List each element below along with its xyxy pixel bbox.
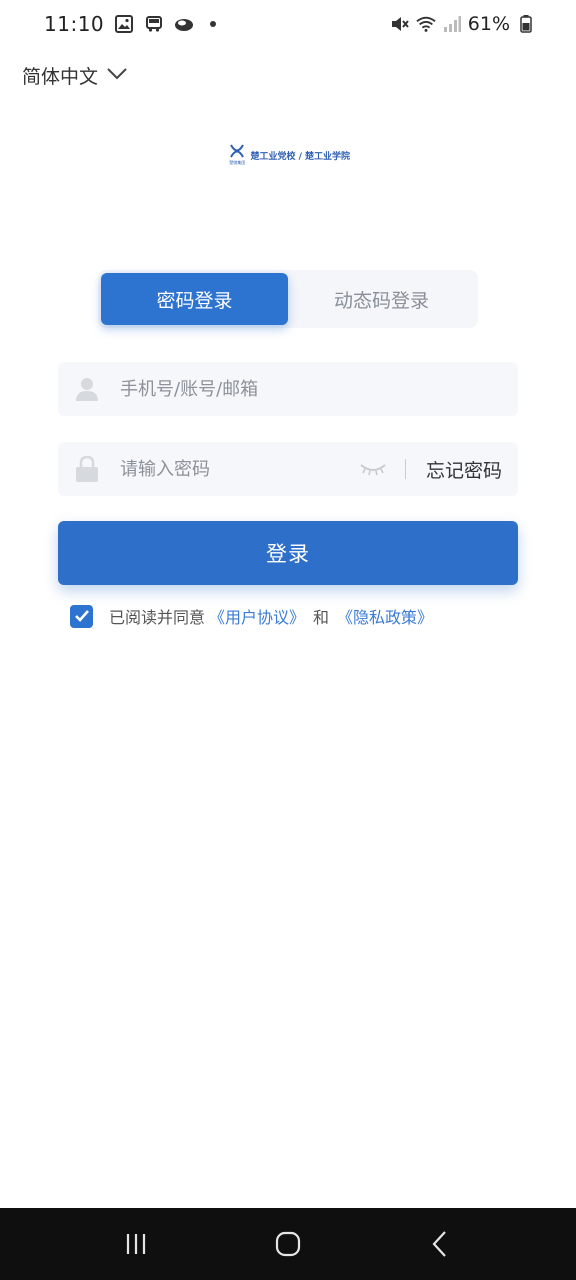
recent-apps-icon[interactable] <box>116 1224 156 1264</box>
logo-mark-icon: 楚储集团 <box>228 142 246 168</box>
status-left: 11:10 <box>44 12 217 36</box>
battery-percent: 61% <box>467 13 510 35</box>
tab-dynamic-code-login[interactable]: 动态码登录 <box>288 273 475 325</box>
app-logo: 楚储集团 楚工业党校 / 楚工业学院 <box>228 140 350 170</box>
user-icon <box>76 376 98 402</box>
wifi-icon <box>416 14 436 34</box>
logo-text: 楚工业党校 / 楚工业学院 <box>250 151 350 162</box>
password-input[interactable] <box>120 458 359 480</box>
tab-password-login[interactable]: 密码登录 <box>101 273 288 325</box>
login-button[interactable]: 登录 <box>58 521 518 585</box>
language-label: 简体中文 <box>22 65 99 88</box>
signal-icon <box>442 14 462 34</box>
eye-closed-icon[interactable] <box>359 459 387 479</box>
language-selector[interactable]: 简体中文 <box>22 60 128 90</box>
account-input[interactable] <box>120 378 502 400</box>
agreement-and: 和 <box>313 608 330 627</box>
login-screen: 11:10 61% 简体中文 楚储集团 楚工业党校 / 楚工业学院 密码登录 动… <box>0 0 576 1280</box>
agreement-checkbox[interactable] <box>70 604 93 628</box>
mute-icon <box>390 14 410 34</box>
notification-dot-icon <box>210 21 217 27</box>
image-icon <box>114 14 134 34</box>
system-nav-bar <box>0 1208 576 1280</box>
account-field <box>58 362 518 416</box>
cloud-icon <box>174 14 194 34</box>
bus-icon <box>144 14 164 34</box>
battery-icon <box>516 14 536 34</box>
lock-icon <box>76 456 98 482</box>
forgot-password-link[interactable]: 忘记密码 <box>426 456 502 483</box>
status-right: 61% <box>390 13 536 35</box>
privacy-policy-link[interactable]: 《隐私政策》 <box>337 604 433 628</box>
field-divider <box>404 459 406 479</box>
agreement-prefix: 已阅读并同意 <box>109 608 206 627</box>
password-field: 忘记密码 <box>58 442 518 496</box>
agreement-row: 已阅读并同意 《用户协议》 和 《隐私政策》 <box>70 604 437 628</box>
chevron-down-icon <box>106 66 128 85</box>
home-icon[interactable] <box>268 1224 308 1264</box>
back-icon[interactable] <box>420 1224 460 1264</box>
user-agreement-link[interactable]: 《用户协议》 <box>209 604 305 628</box>
login-mode-tabs: 密码登录 动态码登录 <box>98 270 478 328</box>
status-bar: 11:10 61% <box>0 0 576 48</box>
logo-subtext: 楚储集团 <box>229 160 246 165</box>
status-time: 11:10 <box>44 12 105 36</box>
